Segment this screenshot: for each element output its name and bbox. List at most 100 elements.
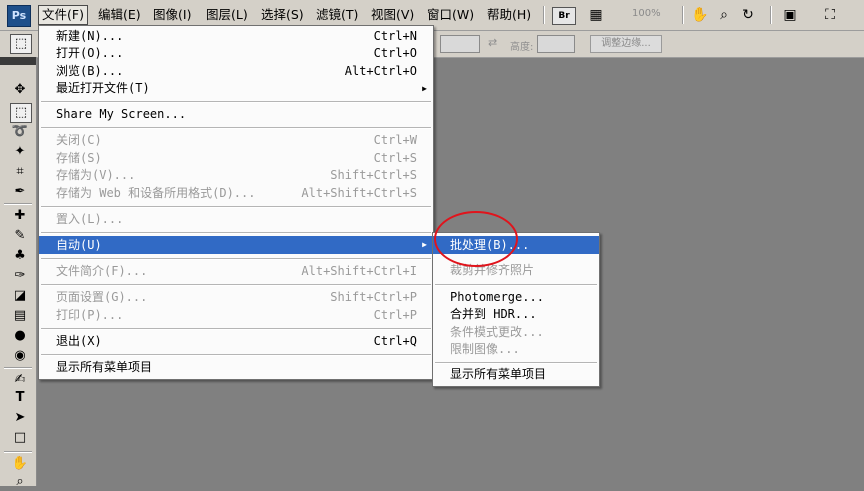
menubar-separator	[682, 6, 684, 24]
menu-item-label: Share My Screen...	[56, 107, 187, 121]
eyedropper-icon[interactable]: ✒	[10, 183, 30, 201]
menu-window[interactable]: 窗口(W)	[424, 6, 477, 24]
menu-item-shortcut: Ctrl+N	[373, 29, 417, 43]
crop-tool-icon[interactable]: ⌗	[10, 163, 30, 181]
menu-item-browse[interactable]: 浏览(B)... Alt+Ctrl+O	[39, 63, 433, 80]
width-field[interactable]	[440, 35, 480, 53]
hand-icon[interactable]: ✋	[10, 455, 30, 473]
toolbox-separator	[4, 451, 32, 453]
submenu-arrow-icon: ▶	[422, 84, 427, 93]
menu-item-open[interactable]: 打开(O)... Ctrl+O	[39, 45, 433, 62]
pen-tool-icon[interactable]: ✍	[10, 371, 30, 389]
swap-icon[interactable]: ⇄	[488, 36, 497, 49]
blur-tool-icon[interactable]: ●	[10, 327, 30, 345]
menu-item-show-all[interactable]: 显示所有菜单项目	[39, 359, 433, 376]
menu-item-shortcut: Alt+Shift+Ctrl+S	[301, 186, 417, 200]
menu-separator	[41, 328, 431, 330]
rectangle-tool-icon[interactable]: □	[10, 429, 30, 447]
menu-item-label: 打印(P)...	[56, 308, 124, 322]
menu-item-label: 存储(S)	[56, 151, 102, 165]
submenu-item-fit-image: 限制图像...	[433, 341, 599, 358]
menu-item-label: 打开(O)...	[56, 46, 124, 60]
menu-item-label: Photomerge...	[450, 290, 544, 304]
clone-stamp-icon[interactable]: ♣	[10, 247, 30, 265]
menu-separator	[41, 284, 431, 286]
menu-image[interactable]: 图像(I)	[150, 6, 194, 24]
marquee-tool-icon[interactable]: ⬚	[10, 103, 32, 123]
menu-item-page-setup: 页面设置(G)... Shift+Ctrl+P	[39, 289, 433, 306]
toolbox-separator	[4, 203, 32, 205]
menu-item-label: 限制图像...	[450, 342, 520, 356]
menubar-separator	[543, 6, 545, 24]
menu-item-file-info: 文件简介(F)... Alt+Shift+Ctrl+I	[39, 263, 433, 280]
magic-wand-icon[interactable]: ✦	[10, 143, 30, 161]
menu-item-label: 显示所有菜单项目	[450, 367, 547, 381]
type-tool-icon[interactable]: T	[10, 389, 30, 407]
submenu-item-conditional-mode: 条件模式更改...	[433, 324, 599, 341]
menu-select[interactable]: 选择(S)	[258, 6, 307, 24]
submenu-item-photomerge[interactable]: Photomerge...	[433, 289, 599, 306]
gradient-tool-icon[interactable]: ▤	[10, 307, 30, 325]
menu-item-label: 存储为(V)...	[56, 168, 136, 182]
menu-view[interactable]: 视图(V)	[368, 6, 417, 24]
menu-separator	[435, 362, 597, 364]
menu-item-shortcut: Ctrl+P	[373, 308, 417, 322]
menu-item-save-as: 存储为(V)... Shift+Ctrl+S	[39, 167, 433, 184]
submenu-arrow-icon: ▶	[422, 240, 427, 249]
menu-separator	[41, 354, 431, 356]
menu-separator	[41, 206, 431, 208]
screen-mode-icon[interactable]: ⛶	[820, 6, 840, 24]
history-brush-icon[interactable]: ✑	[10, 267, 30, 285]
menu-separator	[41, 232, 431, 234]
path-selection-icon[interactable]: ➤	[10, 409, 30, 427]
menu-item-share-screen[interactable]: Share My Screen...	[39, 106, 433, 123]
eraser-icon[interactable]: ◪	[10, 287, 30, 305]
menu-separator	[41, 127, 431, 129]
menu-file[interactable]: 文件(F)	[38, 5, 88, 25]
dodge-tool-icon[interactable]: ◉	[10, 347, 30, 365]
zoom-level[interactable]: 100%	[632, 8, 661, 19]
menu-item-print: 打印(P)... Ctrl+P	[39, 307, 433, 324]
menu-item-shortcut: Alt+Shift+Ctrl+I	[301, 264, 417, 278]
menu-item-place: 置入(L)...	[39, 211, 433, 228]
menu-item-exit[interactable]: 退出(X) Ctrl+Q	[39, 333, 433, 350]
arrange-documents-icon[interactable]: ▣	[780, 6, 800, 24]
move-tool-icon[interactable]: ✥	[10, 81, 30, 99]
view-extras-icon[interactable]: ▦	[586, 6, 606, 24]
menu-item-save: 存储(S) Ctrl+S	[39, 150, 433, 167]
menu-separator	[435, 284, 597, 286]
healing-brush-icon[interactable]: ✚	[10, 207, 30, 225]
height-field[interactable]	[537, 35, 575, 53]
bridge-button[interactable]: Br	[552, 7, 576, 25]
menu-filter[interactable]: 滤镜(T)	[313, 6, 361, 24]
toolbox-grip[interactable]	[0, 57, 36, 65]
file-menu: 新建(N)... Ctrl+N 打开(O)... Ctrl+O 浏览(B)...…	[38, 25, 434, 380]
menu-edit[interactable]: 编辑(E)	[95, 6, 144, 24]
menu-item-shortcut: Alt+Ctrl+O	[344, 64, 417, 78]
brush-tool-icon[interactable]: ✎	[10, 227, 30, 245]
menu-item-label: 条件模式更改...	[450, 325, 544, 339]
zoom-tool-icon[interactable]: ⌕	[714, 6, 734, 24]
menu-layer[interactable]: 图层(L)	[203, 6, 251, 24]
menubar-separator	[770, 6, 772, 24]
submenu-item-merge-hdr[interactable]: 合并到 HDR...	[433, 306, 599, 323]
menu-item-new[interactable]: 新建(N)... Ctrl+N	[39, 28, 433, 45]
rotate-view-icon[interactable]: ↻	[738, 6, 758, 24]
menu-item-label: 文件简介(F)...	[56, 264, 148, 278]
submenu-item-show-all[interactable]: 显示所有菜单项目	[433, 366, 599, 383]
menu-item-label: 新建(N)...	[56, 29, 124, 43]
lasso-tool-icon[interactable]: ➰	[10, 123, 30, 141]
menu-item-shortcut: Ctrl+W	[373, 133, 417, 147]
menu-item-label: 最近打开文件(T)	[56, 81, 150, 95]
hand-tool-icon[interactable]: ✋	[690, 6, 710, 24]
menu-item-recent-files[interactable]: 最近打开文件(T) ▶	[39, 80, 433, 97]
menu-item-label: 置入(L)...	[56, 212, 124, 226]
menu-item-label: 显示所有菜单项目	[56, 360, 153, 374]
marquee-preset-icon[interactable]: ⬚	[10, 34, 32, 54]
menu-help[interactable]: 帮助(H)	[484, 6, 534, 24]
refine-edge-button[interactable]: 调整边缘...	[590, 35, 662, 53]
zoom-icon[interactable]: ⌕	[10, 473, 30, 491]
menu-item-label: 存储为 Web 和设备所用格式(D)...	[56, 186, 256, 200]
menu-item-automate[interactable]: 自动(U) ▶	[39, 236, 433, 254]
menu-item-shortcut: Shift+Ctrl+P	[330, 290, 417, 304]
